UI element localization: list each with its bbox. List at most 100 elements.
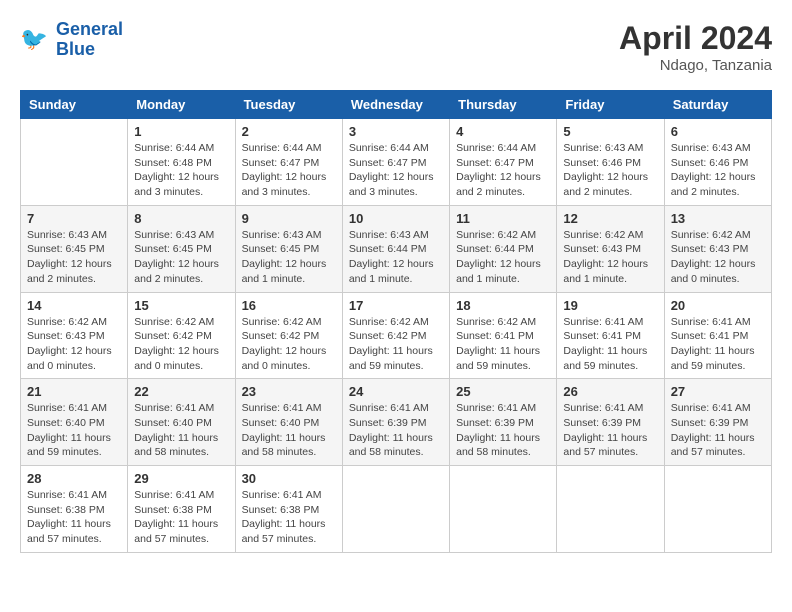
day-info: Sunrise: 6:41 AMSunset: 6:40 PMDaylight:… — [134, 401, 228, 460]
day-number: 28 — [27, 471, 121, 486]
day-info: Sunrise: 6:42 AMSunset: 6:44 PMDaylight:… — [456, 228, 550, 287]
calendar-cell — [450, 466, 557, 553]
calendar-cell: 10 Sunrise: 6:43 AMSunset: 6:44 PMDayligh… — [342, 205, 449, 292]
month-title: April 2024 — [619, 20, 772, 57]
day-number: 16 — [242, 298, 336, 313]
day-info: Sunrise: 6:41 AMSunset: 6:38 PMDaylight:… — [134, 488, 228, 547]
calendar-cell: 30 Sunrise: 6:41 AMSunset: 6:38 PMDayligh… — [235, 466, 342, 553]
calendar-cell: 26Sunrise: 6:41 AMSunset: 6:39 PMDayligh… — [557, 379, 664, 466]
day-info: Sunrise: 6:42 AMSunset: 6:43 PMDaylight:… — [27, 315, 121, 374]
calendar-cell: 25Sunrise: 6:41 AMSunset: 6:39 PMDayligh… — [450, 379, 557, 466]
calendar-cell: 11 Sunrise: 6:42 AMSunset: 6:44 PMDayligh… — [450, 205, 557, 292]
calendar-cell — [557, 466, 664, 553]
calendar-cell: 6 Sunrise: 6:43 AMSunset: 6:46 PMDaylight… — [664, 119, 771, 206]
day-number: 1 — [134, 124, 228, 139]
calendar-cell: 2 Sunrise: 6:44 AMSunset: 6:47 PMDaylight… — [235, 119, 342, 206]
day-info: Sunrise: 6:41 AMSunset: 6:39 PMDaylight:… — [456, 401, 550, 460]
calendar-cell: 14Sunrise: 6:42 AMSunset: 6:43 PMDayligh… — [21, 292, 128, 379]
location: Ndago, Tanzania — [619, 57, 772, 74]
calendar-cell: 5 Sunrise: 6:43 AMSunset: 6:46 PMDaylight… — [557, 119, 664, 206]
day-number: 21 — [27, 384, 121, 399]
calendar-cell: 13 Sunrise: 6:42 AMSunset: 6:43 PMDayligh… — [664, 205, 771, 292]
day-info: Sunrise: 6:43 AMSunset: 6:45 PMDaylight:… — [27, 228, 121, 287]
day-number: 5 — [563, 124, 657, 139]
day-number: 11 — [456, 211, 550, 226]
day-number: 30 — [242, 471, 336, 486]
day-info: Sunrise: 6:43 AMSunset: 6:45 PMDaylight:… — [242, 228, 336, 287]
day-info: Sunrise: 6:42 AMSunset: 6:42 PMDaylight:… — [349, 315, 443, 374]
calendar-cell: 9Sunrise: 6:43 AMSunset: 6:45 PMDaylight… — [235, 205, 342, 292]
day-info: Sunrise: 6:43 AMSunset: 6:46 PMDaylight:… — [671, 141, 765, 200]
day-info: Sunrise: 6:42 AMSunset: 6:41 PMDaylight:… — [456, 315, 550, 374]
day-info: Sunrise: 6:42 AMSunset: 6:42 PMDaylight:… — [242, 315, 336, 374]
logo: 🐦 General Blue — [20, 20, 123, 60]
day-info: Sunrise: 6:41 AMSunset: 6:38 PMDaylight:… — [27, 488, 121, 547]
day-info: Sunrise: 6:43 AMSunset: 6:46 PMDaylight:… — [563, 141, 657, 200]
title-section: April 2024 Ndago, Tanzania — [619, 20, 772, 74]
day-info: Sunrise: 6:41 AMSunset: 6:39 PMDaylight:… — [671, 401, 765, 460]
weekday-header-monday: Monday — [128, 91, 235, 119]
day-info: Sunrise: 6:41 AMSunset: 6:40 PMDaylight:… — [242, 401, 336, 460]
day-number: 20 — [671, 298, 765, 313]
day-info: Sunrise: 6:42 AMSunset: 6:43 PMDaylight:… — [671, 228, 765, 287]
calendar-table: SundayMondayTuesdayWednesdayThursdayFrid… — [20, 90, 772, 553]
calendar-cell: 15Sunrise: 6:42 AMSunset: 6:42 PMDayligh… — [128, 292, 235, 379]
calendar-week-row: 7Sunrise: 6:43 AMSunset: 6:45 PMDaylight… — [21, 205, 772, 292]
day-number: 27 — [671, 384, 765, 399]
day-number: 10 — [349, 211, 443, 226]
calendar-cell: 16 Sunrise: 6:42 AMSunset: 6:42 PMDayligh… — [235, 292, 342, 379]
day-number: 18 — [456, 298, 550, 313]
day-info: Sunrise: 6:41 AMSunset: 6:41 PMDaylight:… — [563, 315, 657, 374]
calendar-cell: 3Sunrise: 6:44 AMSunset: 6:47 PMDaylight… — [342, 119, 449, 206]
day-number: 2 — [242, 124, 336, 139]
calendar-cell — [21, 119, 128, 206]
day-number: 4 — [456, 124, 550, 139]
svg-text:🐦: 🐦 — [20, 26, 48, 51]
day-number: 12 — [563, 211, 657, 226]
day-info: Sunrise: 6:42 AMSunset: 6:43 PMDaylight:… — [563, 228, 657, 287]
day-info: Sunrise: 6:41 AMSunset: 6:38 PMDaylight:… — [242, 488, 336, 547]
calendar-cell: 21 Sunrise: 6:41 AMSunset: 6:40 PMDayligh… — [21, 379, 128, 466]
logo-icon: 🐦 — [20, 24, 52, 56]
day-number: 13 — [671, 211, 765, 226]
day-info: Sunrise: 6:42 AMSunset: 6:42 PMDaylight:… — [134, 315, 228, 374]
day-number: 19 — [563, 298, 657, 313]
calendar-cell: 22 Sunrise: 6:41 AMSunset: 6:40 PMDayligh… — [128, 379, 235, 466]
day-info: Sunrise: 6:44 AMSunset: 6:47 PMDaylight:… — [242, 141, 336, 200]
day-info: Sunrise: 6:43 AMSunset: 6:44 PMDaylight:… — [349, 228, 443, 287]
day-info: Sunrise: 6:41 AMSunset: 6:40 PMDaylight:… — [27, 401, 121, 460]
day-number: 22 — [134, 384, 228, 399]
weekday-header-friday: Friday — [557, 91, 664, 119]
logo-text: General Blue — [56, 20, 123, 60]
calendar-week-row: 28 Sunrise: 6:41 AMSunset: 6:38 PMDayligh… — [21, 466, 772, 553]
weekday-header-wednesday: Wednesday — [342, 91, 449, 119]
calendar-week-row: 21 Sunrise: 6:41 AMSunset: 6:40 PMDayligh… — [21, 379, 772, 466]
calendar-cell: 17 Sunrise: 6:42 AMSunset: 6:42 PMDayligh… — [342, 292, 449, 379]
calendar-cell: 27 Sunrise: 6:41 AMSunset: 6:39 PMDayligh… — [664, 379, 771, 466]
day-number: 17 — [349, 298, 443, 313]
day-info: Sunrise: 6:41 AMSunset: 6:41 PMDaylight:… — [671, 315, 765, 374]
calendar-body: 1Sunrise: 6:44 AMSunset: 6:48 PMDaylight… — [21, 119, 772, 553]
weekday-header-thursday: Thursday — [450, 91, 557, 119]
day-number: 29 — [134, 471, 228, 486]
day-number: 6 — [671, 124, 765, 139]
calendar-cell: 29 Sunrise: 6:41 AMSunset: 6:38 PMDayligh… — [128, 466, 235, 553]
calendar-cell: 7Sunrise: 6:43 AMSunset: 6:45 PMDaylight… — [21, 205, 128, 292]
calendar-cell: 12 Sunrise: 6:42 AMSunset: 6:43 PMDayligh… — [557, 205, 664, 292]
calendar-cell: 1Sunrise: 6:44 AMSunset: 6:48 PMDaylight… — [128, 119, 235, 206]
calendar-cell: 8 Sunrise: 6:43 AMSunset: 6:45 PMDaylight… — [128, 205, 235, 292]
day-info: Sunrise: 6:43 AMSunset: 6:45 PMDaylight:… — [134, 228, 228, 287]
calendar-cell: 24Sunrise: 6:41 AMSunset: 6:39 PMDayligh… — [342, 379, 449, 466]
page-header: 🐦 General Blue April 2024 Ndago, Tanzani… — [20, 20, 772, 74]
calendar-cell: 20 Sunrise: 6:41 AMSunset: 6:41 PMDayligh… — [664, 292, 771, 379]
day-number: 8 — [134, 211, 228, 226]
calendar-week-row: 1Sunrise: 6:44 AMSunset: 6:48 PMDaylight… — [21, 119, 772, 206]
day-number: 3 — [349, 124, 443, 139]
calendar-cell: 23Sunrise: 6:41 AMSunset: 6:40 PMDayligh… — [235, 379, 342, 466]
day-info: Sunrise: 6:41 AMSunset: 6:39 PMDaylight:… — [349, 401, 443, 460]
calendar-week-row: 14Sunrise: 6:42 AMSunset: 6:43 PMDayligh… — [21, 292, 772, 379]
calendar-cell — [342, 466, 449, 553]
calendar-header-row: SundayMondayTuesdayWednesdayThursdayFrid… — [21, 91, 772, 119]
day-info: Sunrise: 6:44 AMSunset: 6:47 PMDaylight:… — [456, 141, 550, 200]
day-number: 26 — [563, 384, 657, 399]
